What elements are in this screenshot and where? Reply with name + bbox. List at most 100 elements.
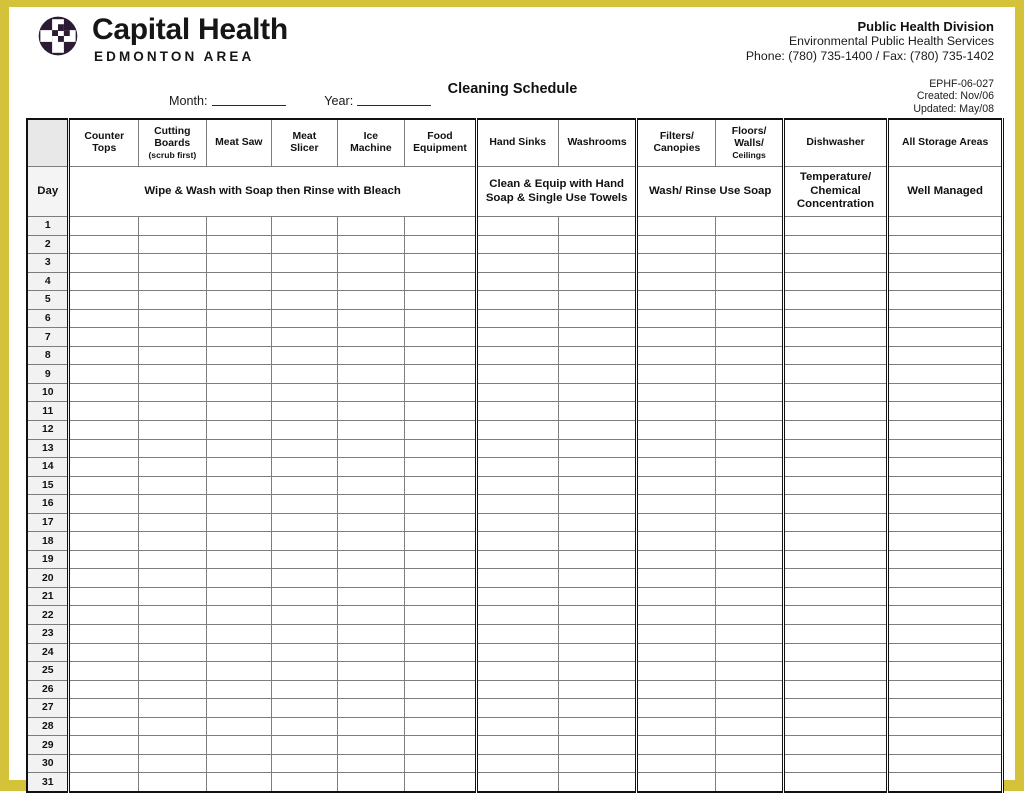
- entry-cell-meat-saw[interactable]: [205, 512, 273, 533]
- entry-cell-cutting-boards[interactable]: [138, 642, 207, 663]
- entry-cell-floors-walls-ceilings[interactable]: [715, 216, 785, 236]
- entry-cell-meat-saw[interactable]: [205, 308, 273, 329]
- entry-cell-hand-sinks[interactable]: [474, 568, 559, 588]
- entry-cell-ice-machine[interactable]: [336, 753, 406, 774]
- entry-cell-filters-canopies[interactable]: [635, 457, 717, 477]
- entry-cell-cutting-boards[interactable]: [138, 512, 207, 533]
- entry-cell-food-equipment[interactable]: [404, 457, 478, 477]
- entry-cell-cutting-boards[interactable]: [138, 364, 207, 384]
- entry-cell-ice-machine[interactable]: [336, 698, 406, 718]
- entry-cell-all-storage-areas[interactable]: [886, 494, 1004, 514]
- entry-cell-ice-machine[interactable]: [336, 716, 406, 737]
- entry-cell-food-equipment[interactable]: [404, 494, 478, 514]
- entry-cell-meat-slicer[interactable]: [271, 512, 338, 533]
- entry-cell-all-storage-areas[interactable]: [886, 253, 1004, 273]
- entry-cell-hand-sinks[interactable]: [474, 735, 559, 755]
- entry-cell-floors-walls-ceilings[interactable]: [715, 494, 785, 514]
- entry-cell-all-storage-areas[interactable]: [886, 568, 1004, 588]
- entry-cell-dishwasher[interactable]: [781, 735, 890, 755]
- entry-cell-food-equipment[interactable]: [404, 401, 478, 422]
- entry-cell-counter-tops[interactable]: [67, 253, 140, 273]
- entry-cell-washrooms[interactable]: [557, 753, 639, 774]
- entry-cell-ice-machine[interactable]: [336, 401, 406, 422]
- entry-cell-floors-walls-ceilings[interactable]: [715, 420, 785, 440]
- entry-cell-all-storage-areas[interactable]: [886, 420, 1004, 440]
- entry-cell-meat-saw[interactable]: [205, 568, 273, 588]
- entry-cell-cutting-boards[interactable]: [138, 494, 207, 514]
- entry-cell-counter-tops[interactable]: [67, 605, 140, 626]
- entry-cell-food-equipment[interactable]: [404, 512, 478, 533]
- entry-cell-filters-canopies[interactable]: [635, 438, 717, 459]
- entry-cell-filters-canopies[interactable]: [635, 586, 717, 607]
- entry-cell-ice-machine[interactable]: [336, 234, 406, 255]
- entry-cell-cutting-boards[interactable]: [138, 531, 207, 551]
- entry-cell-floors-walls-ceilings[interactable]: [715, 327, 785, 347]
- entry-cell-washrooms[interactable]: [557, 475, 639, 496]
- entry-cell-meat-slicer[interactable]: [271, 679, 338, 700]
- entry-cell-dishwasher[interactable]: [781, 401, 890, 422]
- entry-cell-counter-tops[interactable]: [67, 345, 140, 366]
- entry-cell-washrooms[interactable]: [557, 234, 639, 255]
- entry-cell-dishwasher[interactable]: [781, 382, 890, 403]
- entry-cell-dishwasher[interactable]: [781, 568, 890, 588]
- entry-cell-cutting-boards[interactable]: [138, 308, 207, 329]
- entry-cell-cutting-boards[interactable]: [138, 438, 207, 459]
- entry-cell-meat-slicer[interactable]: [271, 642, 338, 663]
- entry-cell-all-storage-areas[interactable]: [886, 735, 1004, 755]
- entry-cell-all-storage-areas[interactable]: [886, 661, 1004, 681]
- entry-cell-food-equipment[interactable]: [404, 253, 478, 273]
- entry-cell-hand-sinks[interactable]: [474, 438, 559, 459]
- entry-cell-washrooms[interactable]: [557, 642, 639, 663]
- entry-cell-cutting-boards[interactable]: [138, 345, 207, 366]
- entry-cell-dishwasher[interactable]: [781, 512, 890, 533]
- entry-cell-food-equipment[interactable]: [404, 568, 478, 588]
- entry-cell-food-equipment[interactable]: [404, 531, 478, 551]
- entry-cell-meat-saw[interactable]: [205, 661, 273, 681]
- entry-cell-floors-walls-ceilings[interactable]: [715, 290, 785, 310]
- entry-cell-washrooms[interactable]: [557, 253, 639, 273]
- entry-cell-ice-machine[interactable]: [336, 642, 406, 663]
- entry-cell-counter-tops[interactable]: [67, 512, 140, 533]
- entry-cell-washrooms[interactable]: [557, 679, 639, 700]
- entry-cell-filters-canopies[interactable]: [635, 420, 717, 440]
- entry-cell-food-equipment[interactable]: [404, 586, 478, 607]
- entry-cell-cutting-boards[interactable]: [138, 586, 207, 607]
- entry-cell-meat-saw[interactable]: [205, 364, 273, 384]
- entry-cell-filters-canopies[interactable]: [635, 772, 717, 793]
- entry-cell-counter-tops[interactable]: [67, 624, 140, 644]
- entry-cell-meat-slicer[interactable]: [271, 290, 338, 310]
- entry-cell-cutting-boards[interactable]: [138, 327, 207, 347]
- entry-cell-filters-canopies[interactable]: [635, 605, 717, 626]
- entry-cell-floors-walls-ceilings[interactable]: [715, 624, 785, 644]
- entry-cell-cutting-boards[interactable]: [138, 624, 207, 644]
- entry-cell-cutting-boards[interactable]: [138, 457, 207, 477]
- entry-cell-meat-saw[interactable]: [205, 438, 273, 459]
- entry-cell-ice-machine[interactable]: [336, 327, 406, 347]
- entry-cell-ice-machine[interactable]: [336, 772, 406, 793]
- entry-cell-counter-tops[interactable]: [67, 494, 140, 514]
- entry-cell-meat-saw[interactable]: [205, 605, 273, 626]
- entry-cell-ice-machine[interactable]: [336, 679, 406, 700]
- entry-cell-all-storage-areas[interactable]: [886, 457, 1004, 477]
- entry-cell-food-equipment[interactable]: [404, 364, 478, 384]
- entry-cell-hand-sinks[interactable]: [474, 216, 559, 236]
- entry-cell-floors-walls-ceilings[interactable]: [715, 586, 785, 607]
- entry-cell-floors-walls-ceilings[interactable]: [715, 531, 785, 551]
- entry-cell-washrooms[interactable]: [557, 290, 639, 310]
- entry-cell-dishwasher[interactable]: [781, 698, 890, 718]
- entry-cell-all-storage-areas[interactable]: [886, 605, 1004, 626]
- entry-cell-food-equipment[interactable]: [404, 345, 478, 366]
- entry-cell-all-storage-areas[interactable]: [886, 512, 1004, 533]
- entry-cell-floors-walls-ceilings[interactable]: [715, 753, 785, 774]
- entry-cell-hand-sinks[interactable]: [474, 327, 559, 347]
- entry-cell-meat-saw[interactable]: [205, 234, 273, 255]
- entry-cell-meat-saw[interactable]: [205, 382, 273, 403]
- entry-cell-cutting-boards[interactable]: [138, 605, 207, 626]
- entry-cell-filters-canopies[interactable]: [635, 271, 717, 292]
- entry-cell-meat-slicer[interactable]: [271, 494, 338, 514]
- entry-cell-meat-slicer[interactable]: [271, 605, 338, 626]
- entry-cell-hand-sinks[interactable]: [474, 420, 559, 440]
- entry-cell-counter-tops[interactable]: [67, 772, 140, 793]
- entry-cell-ice-machine[interactable]: [336, 512, 406, 533]
- entry-cell-ice-machine[interactable]: [336, 735, 406, 755]
